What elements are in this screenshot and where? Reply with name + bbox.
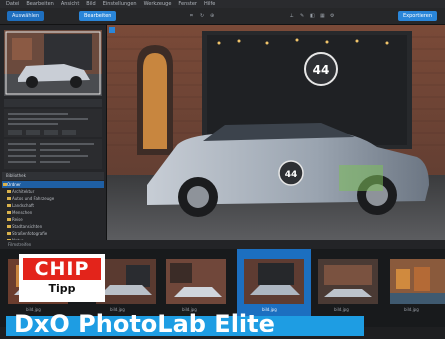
- tree-item[interactable]: Autos und Fahrzeuge: [2, 195, 104, 202]
- menu-item[interactable]: Fenster: [178, 0, 197, 8]
- thumbnail[interactable]: [318, 259, 378, 304]
- settings-icon[interactable]: ⚙: [330, 13, 334, 19]
- thumbnail[interactable]: [96, 259, 156, 304]
- tree-item[interactable]: Menschen: [2, 209, 104, 216]
- zoom-icon[interactable]: ⊕: [210, 13, 214, 19]
- export-button[interactable]: Exportieren: [397, 11, 437, 21]
- thumbnail[interactable]: [244, 259, 304, 304]
- menu-item[interactable]: Ansicht: [61, 0, 79, 8]
- left-panel: Bibliothek Ordner Architektur Autos und …: [0, 25, 107, 264]
- svg-text:44: 44: [313, 63, 330, 77]
- tipp-label: Tipp: [48, 282, 76, 295]
- menu-bar: Datei Bearbeiten Ansicht Bild Einstellun…: [0, 0, 445, 8]
- menu-item[interactable]: Bild: [86, 0, 95, 8]
- crop-icon[interactable]: ⌗: [190, 13, 193, 19]
- straighten-icon[interactable]: ⟂: [290, 13, 293, 19]
- navigator-image: [4, 30, 102, 96]
- grid-icon[interactable]: ▦: [320, 13, 325, 19]
- thumbnail-label: bild.jpg: [404, 307, 419, 312]
- thumbnail[interactable]: [166, 259, 226, 304]
- tree-item[interactable]: Stadtansichten: [2, 223, 104, 230]
- info-panel-header[interactable]: [4, 99, 102, 107]
- chip-tipp-badge: CHIP Tipp: [19, 254, 105, 302]
- tree-item[interactable]: Ordner: [2, 181, 104, 188]
- thumbnail-label: bild.jpg: [334, 307, 349, 312]
- menu-item[interactable]: Hilfe: [204, 0, 215, 8]
- menu-item[interactable]: Datei: [6, 0, 19, 8]
- info-panel: [4, 109, 102, 137]
- thumbnail[interactable]: [390, 259, 445, 304]
- svg-text:44: 44: [285, 170, 298, 180]
- toolbar: Auswählen Bearbeiten ⌗ ↻ ⊕ ⟂ ✎ ◧ ▦ ⚙ Exp…: [0, 8, 445, 25]
- tree-item[interactable]: Straßenfotografie: [2, 230, 104, 237]
- menu-item[interactable]: Einstellungen: [103, 0, 137, 8]
- repair-icon[interactable]: ✎: [300, 13, 304, 19]
- metadata-panel: [4, 139, 102, 169]
- image-viewer[interactable]: 44 44: [107, 25, 445, 240]
- tree-item[interactable]: Architektur: [2, 188, 104, 195]
- menu-item[interactable]: Werkzeuge: [144, 0, 172, 8]
- compare-icon[interactable]: ◧: [310, 13, 315, 19]
- edit-tab-button[interactable]: Bearbeiten: [79, 11, 117, 21]
- library-header[interactable]: Bibliothek: [2, 172, 104, 180]
- menu-item[interactable]: Bearbeiten: [26, 0, 53, 8]
- filmstrip-label: Filmstreifen: [8, 242, 32, 247]
- rotate-icon[interactable]: ↻: [200, 13, 204, 19]
- filmstrip-bar: Filmstreifen: [0, 240, 445, 249]
- main-photo: 44 44: [107, 25, 445, 240]
- tree-item[interactable]: Reise: [2, 216, 104, 223]
- select-tab-button[interactable]: Auswählen: [7, 11, 45, 21]
- chip-logo: CHIP: [23, 258, 101, 280]
- navigator-preview: [4, 30, 102, 96]
- tree-item[interactable]: Landschaft: [2, 202, 104, 209]
